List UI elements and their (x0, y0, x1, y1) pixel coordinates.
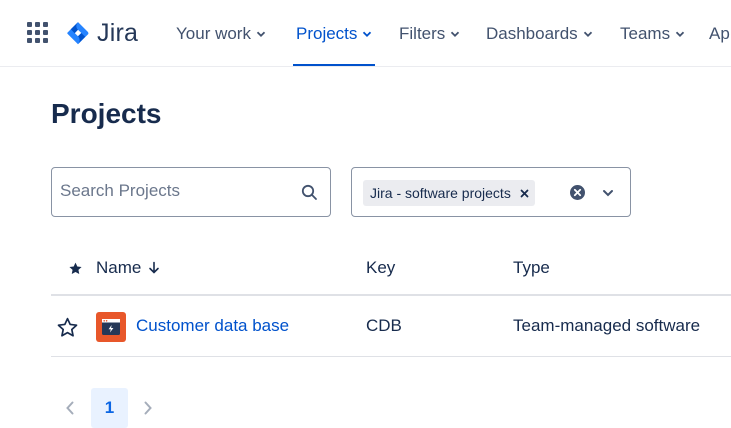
chevron-down-icon (451, 31, 460, 37)
close-icon[interactable] (520, 189, 529, 198)
filter-chip-label: Jira - software projects (370, 185, 511, 201)
chevron-right-icon[interactable] (142, 400, 154, 416)
project-name-link[interactable]: Customer data base (136, 316, 289, 336)
search-icon[interactable] (301, 184, 318, 201)
nav-label: Projects (296, 23, 358, 43)
chevron-left-icon[interactable] (64, 400, 76, 416)
arrow-down-icon[interactable] (148, 261, 160, 275)
nav-teams[interactable]: Teams (620, 0, 685, 66)
nav-label: Dashboards (486, 23, 578, 43)
filter-chip: Jira - software projects (363, 180, 535, 206)
nav-label: Ap (709, 23, 730, 43)
nav-apps[interactable]: Ap (709, 0, 730, 66)
nav-dashboards[interactable]: Dashboards (486, 0, 593, 66)
nav-filters[interactable]: Filters (399, 0, 460, 66)
jira-logo-icon (67, 22, 89, 45)
star-icon (69, 262, 82, 274)
nav-projects[interactable]: Projects (292, 0, 376, 66)
table-row-divider (51, 356, 731, 357)
chevron-down-icon (583, 31, 592, 37)
chevron-down-icon (363, 31, 372, 37)
nav-label: Teams (620, 23, 671, 43)
app-switcher-icon[interactable] (27, 22, 49, 44)
column-header-key: Key (366, 258, 395, 278)
project-avatar-icon[interactable] (96, 312, 126, 342)
jira-logo[interactable]: Jira (66, 19, 138, 47)
page-title: Projects (51, 98, 162, 129)
clear-icon[interactable] (569, 184, 586, 201)
nav-label: Filters (399, 23, 446, 43)
chevron-down-icon (256, 31, 266, 37)
chevron-down-icon (675, 31, 685, 37)
top-navigation: Jira Your work Projects Filters Dashboar… (0, 0, 731, 67)
column-header-label: Key (366, 258, 396, 277)
nav-your-work[interactable]: Your work (176, 0, 266, 66)
project-key: CDB (366, 316, 402, 335)
pagination-page-current[interactable]: 1 (91, 388, 128, 428)
search-projects-field[interactable] (51, 167, 331, 217)
column-header-name[interactable]: Name (96, 258, 160, 278)
app-name: Jira (97, 18, 139, 47)
project-type-filter[interactable]: Jira - software projects (351, 167, 631, 217)
chevron-down-icon[interactable] (602, 188, 614, 198)
project-type: Team-managed software (513, 316, 701, 335)
nav-label: Your work (176, 23, 251, 43)
search-input[interactable] (60, 181, 290, 201)
star-icon[interactable] (56, 316, 79, 339)
column-header-label: Name (96, 258, 142, 277)
table-header-divider (51, 294, 731, 296)
column-header-label: Type (513, 258, 550, 277)
column-header-type: Type (513, 258, 550, 278)
